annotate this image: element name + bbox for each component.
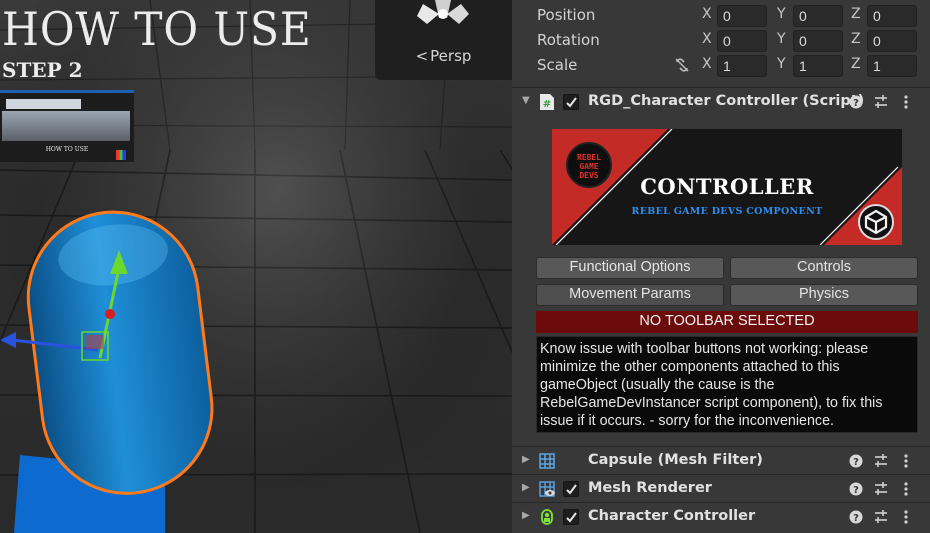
svg-text:?: ? [853, 457, 859, 468]
character-controller-icon [541, 509, 553, 525]
scale-z-label[interactable]: Z [851, 56, 861, 72]
character-controller-component-header[interactable]: ▶ Character Controller ? [512, 502, 930, 530]
how-to-use-title: HOW TO USE [2, 2, 312, 56]
scene-gizmo-panel[interactable]: < Persp [375, 0, 512, 80]
banner-subtitle: REBEL GAME DEVS COMPONENT [631, 206, 823, 217]
scale-x-label[interactable]: X [702, 56, 712, 72]
more-options-icon[interactable] [898, 509, 914, 525]
scale-x-field[interactable]: 1 [717, 55, 767, 77]
projection-label: Persp [430, 47, 472, 65]
svg-text:?: ? [853, 98, 859, 109]
mesh-renderer-title: Mesh Renderer [588, 480, 712, 496]
checkmark-icon [566, 512, 577, 523]
tutorial-screen-toolbar [6, 99, 81, 109]
more-options-icon[interactable] [898, 481, 914, 497]
position-z-label[interactable]: Z [851, 6, 861, 22]
step-label: STEP 2 [2, 58, 83, 82]
tutorial-screen-viewport [2, 111, 130, 141]
mesh-renderer-enabled-checkbox[interactable] [563, 481, 579, 497]
tutorial-screen: HOW TO USE [0, 90, 134, 162]
rotation-label[interactable]: Rotation [537, 31, 600, 49]
svg-text:#: # [543, 99, 551, 110]
rotation-z-field[interactable]: 0 [867, 30, 917, 52]
mesh-filter-icon [539, 453, 555, 469]
functional-options-button[interactable]: Functional Options [536, 257, 724, 279]
move-gizmo[interactable] [0, 240, 140, 380]
scale-y-field[interactable]: 1 [793, 55, 843, 77]
controller-banner: REBEL GAME DEVS CONTROLLER REBEL GAME DE… [552, 129, 902, 245]
script-component-title: RGD_Character Controller (Script) [588, 93, 865, 109]
perspective-icon: < [415, 47, 429, 65]
csharp-script-icon: # [540, 94, 554, 110]
help-icon[interactable]: ? [848, 509, 864, 525]
script-component-header[interactable]: ▼ # RGD_Character Controller (Script) ? [512, 87, 930, 115]
known-issue-help-box: Know issue with toolbar buttons not work… [536, 336, 918, 433]
position-label[interactable]: Position [537, 6, 595, 24]
component-header-buttons: ? [848, 94, 914, 110]
component-header-buttons: ? [848, 481, 914, 497]
checkmark-icon [566, 484, 577, 495]
logo-line-1: REBEL [576, 153, 602, 162]
rotation-z-label[interactable]: Z [851, 31, 861, 47]
script-enabled-checkbox[interactable] [563, 94, 579, 110]
orientation-gizmo-icon[interactable] [413, 0, 473, 28]
component-header-buttons: ? [848, 509, 914, 525]
scale-z-field[interactable]: 1 [867, 55, 917, 77]
rotation-y-label[interactable]: Y [777, 31, 786, 47]
foldout-collapsed-icon[interactable]: ▶ [522, 482, 530, 493]
mesh-filter-title: Capsule (Mesh Filter) [588, 452, 763, 468]
transform-row-rotation: Rotation X 0 Y 0 Z 0 [512, 27, 930, 52]
foldout-collapsed-icon[interactable]: ▶ [522, 510, 530, 521]
inspector-panel: Position X 0 Y 0 Z 0 Rotation X 0 Y 0 Z … [512, 0, 930, 533]
character-controller-title: Character Controller [588, 508, 756, 524]
mesh-renderer-icon [539, 481, 555, 497]
rotation-x-label[interactable]: X [702, 31, 712, 47]
transform-row-scale: Scale X 1 Y 1 Z 1 [512, 52, 930, 77]
presets-icon[interactable] [873, 453, 889, 469]
scale-label[interactable]: Scale [537, 56, 577, 74]
position-x-field[interactable]: 0 [717, 5, 767, 27]
mesh-renderer-component-header[interactable]: ▶ Mesh Renderer ? [512, 474, 930, 502]
svg-text:?: ? [853, 513, 859, 524]
projection-toggle[interactable]: < Persp [375, 47, 512, 65]
logo-line-2: GAME [579, 162, 599, 171]
physics-button[interactable]: Physics [730, 284, 918, 306]
no-toolbar-notice: NO TOOLBAR SELECTED [536, 311, 918, 333]
more-options-icon[interactable] [898, 453, 914, 469]
tutorial-screen-caption: HOW TO USE [45, 146, 89, 153]
component-header-buttons: ? [848, 453, 914, 469]
scene-view[interactable]: HOW TO USE STEP 2 HOW TO USE < Persp [0, 0, 512, 533]
help-icon[interactable]: ? [848, 453, 864, 469]
help-icon[interactable]: ? [848, 94, 864, 110]
position-x-label[interactable]: X [702, 6, 712, 22]
tutorial-screen-logo [116, 150, 126, 160]
movement-params-button[interactable]: Movement Params [536, 284, 724, 306]
foldout-collapsed-icon[interactable]: ▶ [522, 454, 530, 465]
mesh-filter-component-header[interactable]: ▶ Capsule (Mesh Filter) ? [512, 446, 930, 474]
rotation-x-field[interactable]: 0 [717, 30, 767, 52]
foldout-expanded-icon[interactable]: ▼ [522, 95, 530, 106]
scale-y-label[interactable]: Y [777, 56, 786, 72]
position-y-field[interactable]: 0 [793, 5, 843, 27]
presets-icon[interactable] [873, 481, 889, 497]
presets-icon[interactable] [873, 509, 889, 525]
position-y-label[interactable]: Y [777, 6, 786, 22]
unity-logo-icon [858, 204, 894, 240]
checkmark-icon [566, 97, 577, 108]
position-z-field[interactable]: 0 [867, 5, 917, 27]
banner-title: CONTROLLER [640, 174, 814, 199]
character-controller-enabled-checkbox[interactable] [563, 509, 579, 525]
controls-button[interactable]: Controls [730, 257, 918, 279]
svg-text:?: ? [853, 485, 859, 496]
presets-icon[interactable] [873, 94, 889, 110]
transform-row-position: Position X 0 Y 0 Z 0 [512, 2, 930, 27]
rotation-y-field[interactable]: 0 [793, 30, 843, 52]
constrain-proportions-icon[interactable] [674, 58, 690, 72]
more-options-icon[interactable] [898, 94, 914, 110]
help-icon[interactable]: ? [848, 481, 864, 497]
